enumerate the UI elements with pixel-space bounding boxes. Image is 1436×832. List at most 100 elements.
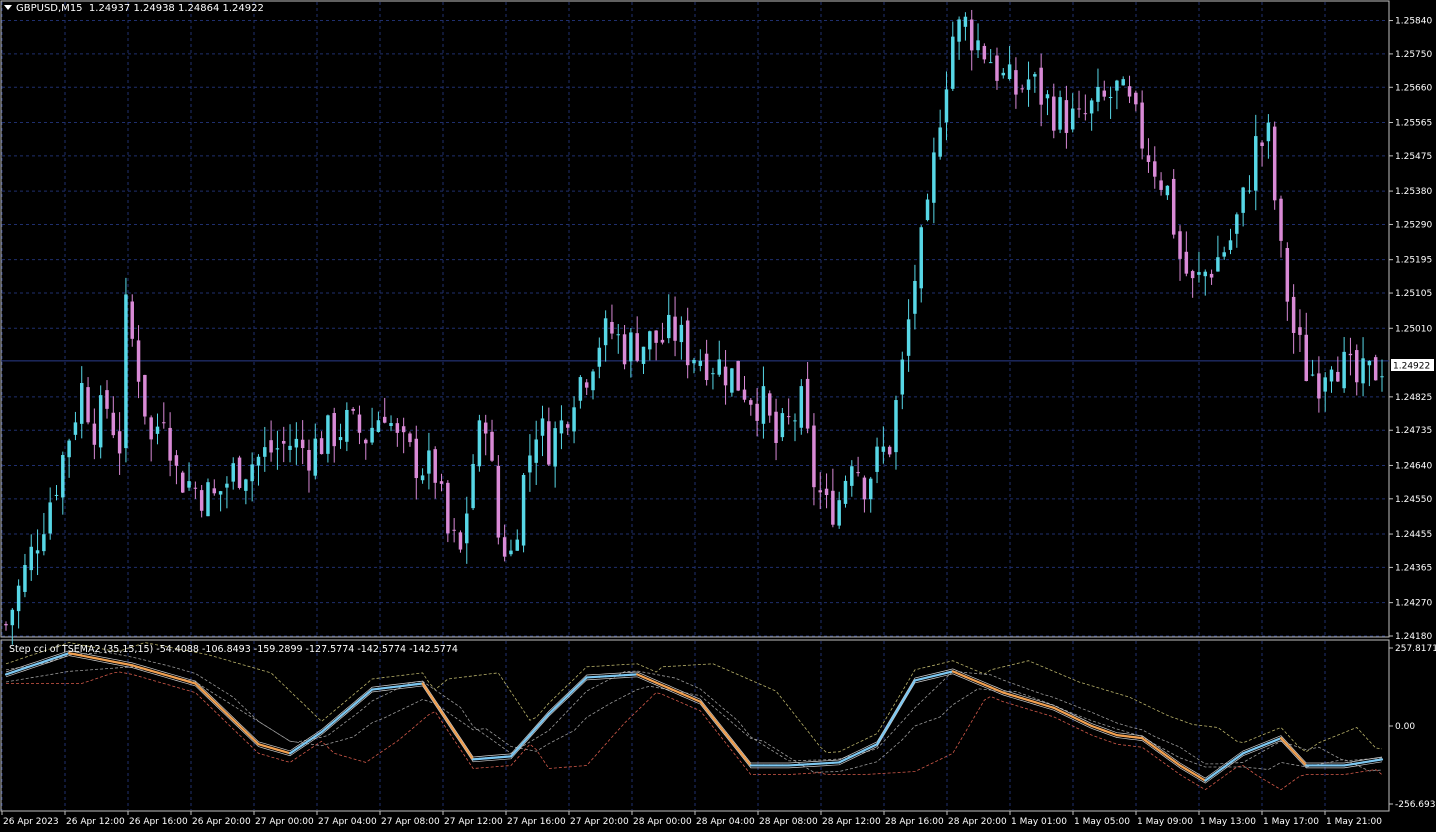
candle-body	[61, 455, 65, 498]
band-mid-line-1	[5, 651, 1383, 765]
collapse-triangle-icon[interactable]	[4, 5, 12, 10]
candle-body	[1001, 72, 1006, 76]
candle-body	[10, 609, 15, 626]
candle-body	[446, 482, 450, 534]
candle-body	[326, 415, 330, 454]
candle-body	[206, 482, 210, 517]
candle-body	[1140, 102, 1144, 149]
candle-body	[591, 371, 595, 391]
chart-canvas[interactable]: 1.25840 1.25750 1.25660 1.25565 1.25475 1.253…	[0, 0, 1436, 832]
candle-body	[1127, 86, 1132, 97]
candle-body	[294, 438, 299, 448]
cci-segment	[882, 721, 891, 735]
candle-body	[54, 494, 59, 496]
candle-body	[307, 449, 311, 471]
candle-body	[1064, 100, 1069, 133]
price-tick-label: 1.24365	[1395, 563, 1432, 573]
cci-segment	[1147, 741, 1156, 749]
time-tick-label: 1 May 21:00	[1326, 817, 1382, 827]
time-tick-label: 27 Apr 00:00	[255, 817, 314, 827]
candle-body	[92, 423, 97, 445]
candle-body	[1083, 113, 1088, 115]
candle-body	[212, 488, 217, 494]
candle-body	[799, 386, 804, 428]
time-tick-label: 26 Apr 12:00	[66, 817, 125, 827]
candle-body	[42, 534, 46, 552]
candle-body	[319, 438, 324, 455]
candle-body	[1014, 70, 1018, 95]
candle-body	[1033, 74, 1037, 77]
cci-segment	[1204, 774, 1213, 782]
candle-body	[395, 423, 400, 433]
candle-body	[1291, 296, 1296, 333]
candle-body	[35, 550, 40, 554]
candle-body	[1089, 100, 1094, 114]
candle-body	[925, 199, 930, 221]
candle-body	[1026, 79, 1031, 90]
candle-body	[1266, 122, 1271, 142]
time-axis: 26 Apr 2023 26 Apr 12:00 26 Apr 16:00 26 Ap…	[1, 811, 1382, 827]
candle-body	[1102, 90, 1107, 97]
candle-body	[1045, 94, 1050, 99]
cci-segment	[320, 725, 330, 734]
candle-body	[780, 413, 785, 438]
candle-body	[704, 353, 709, 381]
candle-body	[1007, 64, 1012, 80]
cci-segment	[440, 710, 449, 723]
candle-body	[641, 346, 646, 364]
price-tick-label: 1.25290	[1395, 220, 1432, 230]
candle-body	[982, 45, 987, 60]
candle-body	[496, 465, 501, 538]
candle-body	[629, 332, 633, 362]
candle-body	[1336, 371, 1340, 382]
candle-body	[862, 477, 867, 500]
candle-body	[105, 390, 109, 409]
price-axis: 1.25840 1.25750 1.25660 1.25565 1.25475 1.253…	[1389, 17, 1432, 642]
candle-body	[29, 546, 33, 571]
candle-body	[237, 457, 242, 488]
time-tick-label: 27 Apr 16:00	[507, 817, 566, 827]
candle-body	[1272, 126, 1277, 201]
candle-body	[742, 389, 747, 400]
cci-segment	[875, 732, 885, 746]
candle-body	[786, 416, 791, 418]
candle-body	[736, 360, 740, 391]
candle-body	[471, 463, 475, 509]
price-tick-label: 1.25565	[1395, 118, 1432, 128]
candle-body	[805, 378, 810, 429]
cci-segment	[1235, 752, 1245, 759]
time-tick-label: 27 Apr 08:00	[381, 817, 440, 827]
candle-body	[913, 280, 917, 314]
candle-body	[1355, 350, 1359, 383]
candle-body	[1146, 155, 1151, 162]
candle-body	[540, 418, 545, 436]
indicator-tick-label: 0.00	[1395, 722, 1415, 732]
time-tick-label: 26 Apr 16:00	[129, 817, 188, 827]
candle-body	[1096, 86, 1100, 102]
price-tick-label: 1.25195	[1395, 256, 1432, 266]
band-mid-line-2	[5, 666, 1383, 773]
band-lower-line	[6, 671, 1383, 791]
candle-body	[86, 387, 90, 423]
candle-body	[1178, 231, 1182, 259]
time-tick-label: 1 May 05:00	[1074, 817, 1130, 827]
candle-body	[850, 466, 854, 486]
candle-body	[723, 366, 728, 386]
candle-body	[900, 359, 905, 395]
candle-body	[1342, 351, 1346, 389]
candle-body	[351, 408, 355, 411]
candle-body	[23, 565, 27, 592]
candle-body	[1115, 80, 1119, 91]
candle-body	[1216, 257, 1220, 272]
cci-segment	[364, 688, 374, 696]
cci-segment	[901, 689, 910, 703]
price-tick-label: 1.25475	[1395, 152, 1432, 162]
candle-body	[906, 319, 911, 356]
chart-header: GBPUSD,M15 1.24937 1.24938 1.24864 1.249…	[4, 3, 264, 14]
cci-segment	[459, 739, 468, 752]
candle-body	[1190, 271, 1195, 279]
time-tick-label: 28 Apr 08:00	[759, 817, 818, 827]
ohlc-readout: 1.24937 1.24938 1.24864 1.24922	[88, 3, 264, 14]
price-tick-label: 1.24270	[1395, 599, 1432, 609]
candle-body	[1279, 198, 1283, 241]
